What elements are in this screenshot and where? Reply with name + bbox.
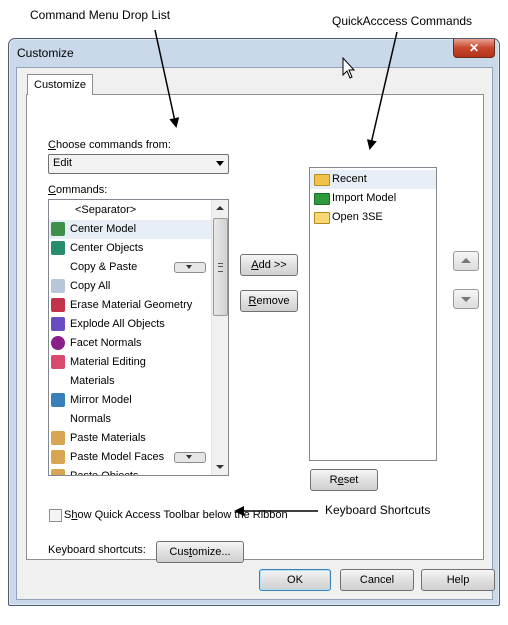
move-up-button[interactable] (453, 251, 479, 271)
command-item[interactable]: Materials (49, 372, 211, 391)
command-item[interactable]: Paste Objects (49, 467, 211, 476)
mirror-icon (51, 393, 65, 407)
quick-access-list[interactable]: Recent Import Model Open 3SE (309, 167, 437, 461)
command-item-label: Copy All (70, 280, 111, 292)
move-down-button[interactable] (453, 289, 479, 309)
reset-button[interactable]: Reset (310, 469, 378, 491)
show-toolbar-below-checkbox[interactable] (49, 509, 62, 522)
submenu-dropdown-icon[interactable] (174, 262, 206, 273)
commands-list[interactable]: <Separator> Center Model Center Objects Cop… (48, 199, 229, 476)
commands-scrollbar[interactable] (211, 200, 228, 475)
material-editing-icon (51, 355, 65, 369)
command-item-label: <Separator> (75, 204, 137, 216)
customize-shortcuts-button[interactable]: Customize... (156, 541, 244, 563)
paste-icon (51, 469, 65, 475)
command-item[interactable]: <Separator> (49, 201, 211, 220)
close-icon: ✕ (468, 41, 480, 55)
command-item[interactable]: Explode All Objects (49, 315, 211, 334)
commands-label: Commands: (48, 184, 108, 196)
command-item[interactable]: Center Objects (49, 239, 211, 258)
command-item-label: Paste Materials (70, 432, 146, 444)
annotation-keyboard-shortcuts: Keyboard Shortcuts (325, 503, 431, 517)
quick-access-item[interactable]: Import Model (310, 189, 436, 208)
command-item-label: Center Model (70, 223, 137, 235)
tab-panel: Choose commands from: Edit Commands: <Se… (26, 94, 484, 563)
customize-dialog: Customize ✕ Customize Choose commands fr… (8, 38, 500, 606)
command-item-label: Facet Normals (70, 337, 142, 349)
quick-access-item-label: Open 3SE (332, 211, 383, 223)
command-item-label: Paste Model Faces (70, 451, 165, 463)
chevron-down-icon (216, 161, 224, 166)
help-button[interactable]: Help (421, 569, 495, 591)
arrow-up-icon (461, 258, 471, 263)
command-item[interactable]: Paste Model Faces (49, 448, 211, 467)
erase-icon (51, 298, 65, 312)
paste-icon (51, 450, 65, 464)
dropdown-selected-value: Edit (53, 157, 72, 169)
tab-customize[interactable]: Customize (27, 74, 93, 95)
title-bar: Customize ✕ (9, 39, 499, 67)
facet-normals-icon (51, 336, 65, 350)
folder-icon (314, 174, 330, 186)
command-item[interactable]: Copy All (49, 277, 211, 296)
close-button[interactable]: ✕ (453, 39, 495, 58)
command-category-dropdown[interactable]: Edit (48, 154, 229, 174)
command-item-label: Paste Objects (70, 470, 139, 476)
command-item-label: Material Editing (70, 356, 146, 368)
command-item-label: Materials (70, 375, 115, 387)
keyboard-shortcuts-label: Keyboard shortcuts: (48, 544, 146, 556)
copy-all-icon (51, 279, 65, 293)
explode-icon (51, 317, 65, 331)
show-toolbar-below-label: Show Quick Access Toolbar below the Ribb… (64, 509, 288, 521)
quick-access-item-label: Recent (332, 173, 367, 185)
scroll-thumb[interactable] (213, 218, 228, 316)
paste-icon (51, 431, 65, 445)
scroll-up-icon[interactable] (216, 206, 224, 210)
add-button[interactable]: Add >> (240, 254, 298, 276)
command-item-label: Erase Material Geometry (70, 299, 193, 311)
dialog-client: Customize Choose commands from: Edit Com… (16, 67, 495, 600)
quick-access-item[interactable]: Open 3SE (310, 208, 436, 227)
command-item[interactable]: Normals (49, 410, 211, 429)
quick-access-item-label: Import Model (332, 192, 397, 204)
center-model-icon (51, 222, 65, 236)
command-item-label: Normals (70, 413, 111, 425)
window-title: Customize (17, 46, 74, 60)
command-item[interactable]: Copy & Paste (49, 258, 211, 277)
command-item[interactable]: Facet Normals (49, 334, 211, 353)
arrow-down-icon (461, 297, 471, 302)
command-item[interactable]: Erase Material Geometry (49, 296, 211, 315)
scroll-down-icon[interactable] (216, 465, 224, 469)
cancel-button[interactable]: Cancel (340, 569, 414, 591)
command-item[interactable]: Material Editing (49, 353, 211, 372)
choose-commands-label: Choose commands from: (48, 139, 171, 151)
command-item-label: Center Objects (70, 242, 144, 254)
command-item-label: Copy & Paste (70, 261, 138, 273)
command-item-label: Explode All Objects (70, 318, 165, 330)
center-objects-icon (51, 241, 65, 255)
folder-green-icon (314, 193, 330, 205)
ok-button[interactable]: OK (259, 569, 331, 591)
command-item-label: Mirror Model (70, 394, 132, 406)
submenu-dropdown-icon[interactable] (174, 452, 206, 463)
annotation-quick-access: QuickAcccess Commands (332, 14, 473, 28)
folder-open-icon (314, 212, 330, 224)
command-item[interactable]: Paste Materials (49, 429, 211, 448)
quick-access-item[interactable]: Recent (310, 170, 436, 189)
command-item[interactable]: Center Model (49, 220, 211, 239)
annotation-command-menu: Command Menu Drop List (30, 8, 171, 22)
command-item[interactable]: Mirror Model (49, 391, 211, 410)
remove-button[interactable]: Remove (240, 290, 298, 312)
